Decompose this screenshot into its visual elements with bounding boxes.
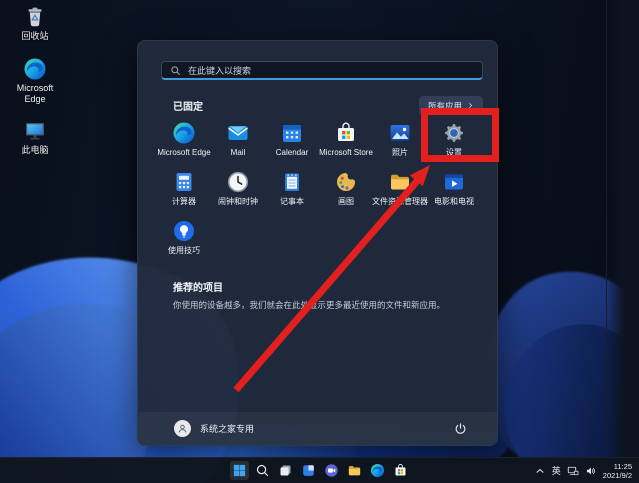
pinned-app-microsoft-store[interactable]: Microsoft Store [319,121,373,170]
recommended-section-title: 推荐的项目 [173,279,223,294]
app-label: Calendar [276,148,308,157]
pinned-app-calendar[interactable]: Calendar [265,121,319,170]
pinned-app-photos[interactable]: 照片 [373,121,427,170]
edge-icon [370,463,385,478]
desktop-icon-this-pc[interactable]: 此电脑 [6,119,64,156]
app-label: 计算器 [172,197,196,206]
notepad-icon [280,170,304,194]
user-account-button[interactable]: 系统之家专用 [174,420,254,437]
pinned-app-microsoft-edge[interactable]: Microsoft Edge [157,121,211,170]
speaker-icon[interactable] [585,465,597,477]
paint-palette-icon [334,170,358,194]
pinned-app-calculator[interactable]: 计算器 [157,170,211,219]
taskbar-clock[interactable]: 11:25 2021/9/2 [603,462,632,480]
file-explorer-icon [347,463,362,478]
user-avatar-icon [174,420,191,437]
desktop-icon-label: Microsoft Edge [6,83,64,105]
annotation-highlight-box [421,108,499,162]
clock-date: 2021/9/2 [603,471,632,480]
chat-icon [324,463,339,478]
mail-icon [226,121,250,145]
calculator-icon [172,170,196,194]
recommended-empty-text: 你使用的设备越多，我们就会在此处显示更多最近使用的文件和新应用。 [173,300,488,311]
pinned-app-alarms-clock[interactable]: 闹钟和时钟 [211,170,265,219]
start-menu-user-bar: 系统之家专用 [138,412,497,445]
desktop-icon-microsoft-edge[interactable]: Microsoft Edge [6,57,64,105]
screen: 回收站 Microsoft Edge 此电脑 在此键入以搜索 已固定 所有应用 … [0,0,639,483]
power-icon [454,422,467,435]
search-input[interactable]: 在此键入以搜索 [161,61,483,80]
edge-button[interactable] [368,461,387,480]
pinned-app-movies-tv[interactable]: 电影和电视 [427,170,481,219]
app-label: 使用技巧 [168,246,200,255]
widgets-icon [301,463,316,478]
taskbar: 英 11:25 2021/9/2 [0,457,639,483]
task-view-button[interactable] [276,461,295,480]
pinned-app-tips[interactable]: 使用技巧 [157,219,211,268]
pinned-app-mail[interactable]: Mail [211,121,265,170]
tray-chevron-up-icon[interactable] [534,465,546,477]
clock-time: 11:25 [603,462,632,471]
app-label: 记事本 [280,197,304,206]
search-icon [255,463,270,478]
user-name: 系统之家专用 [200,422,254,435]
app-label: 闹钟和时钟 [218,197,258,206]
wallpaper-edge-band [606,0,639,483]
app-label: Microsoft Store [319,148,373,157]
app-label: Mail [231,148,246,157]
pinned-app-paint[interactable]: 画图 [319,170,373,219]
file-explorer-button[interactable] [345,461,364,480]
app-label: 照片 [392,148,408,157]
start-button[interactable] [230,461,249,480]
task-view-icon [278,463,293,478]
pinned-app-notepad[interactable]: 记事本 [265,170,319,219]
search-icon [170,65,181,76]
file-explorer-icon [388,170,412,194]
app-label: 电影和电视 [434,197,474,206]
store-icon [334,121,358,145]
movies-tv-icon [442,170,466,194]
widgets-button[interactable] [299,461,318,480]
start-menu: 在此键入以搜索 已固定 所有应用 Microsoft Edge Mail Cal… [137,40,498,446]
app-label: Microsoft Edge [157,148,210,157]
taskbar-search-button[interactable] [253,461,272,480]
power-button[interactable] [454,422,467,435]
edge-icon [23,57,47,81]
store-button[interactable] [391,461,410,480]
tips-lightbulb-icon [172,219,196,243]
system-tray: 英 11:25 2021/9/2 [534,458,632,483]
app-label: 文件资源管理器 [372,197,428,206]
app-label: 画图 [338,197,354,206]
desktop-icon-label: 回收站 [6,31,64,42]
start-icon [232,463,247,478]
photos-icon [388,121,412,145]
edge-icon [172,121,196,145]
clock-icon [226,170,250,194]
calendar-icon [280,121,304,145]
this-pc-icon [23,119,47,143]
recycle-bin-icon [23,5,47,29]
ime-language-indicator[interactable]: 英 [552,464,561,477]
pinned-section-title: 已固定 [173,98,203,113]
pinned-app-file-explorer[interactable]: 文件资源管理器 [373,170,427,219]
taskbar-center-buttons [230,458,410,483]
desktop-icon-label: 此电脑 [6,145,64,156]
ethernet-network-icon[interactable] [567,465,579,477]
chat-button[interactable] [322,461,341,480]
search-placeholder: 在此键入以搜索 [188,64,251,77]
store-icon [393,463,408,478]
desktop-icon-recycle-bin[interactable]: 回收站 [6,5,64,42]
